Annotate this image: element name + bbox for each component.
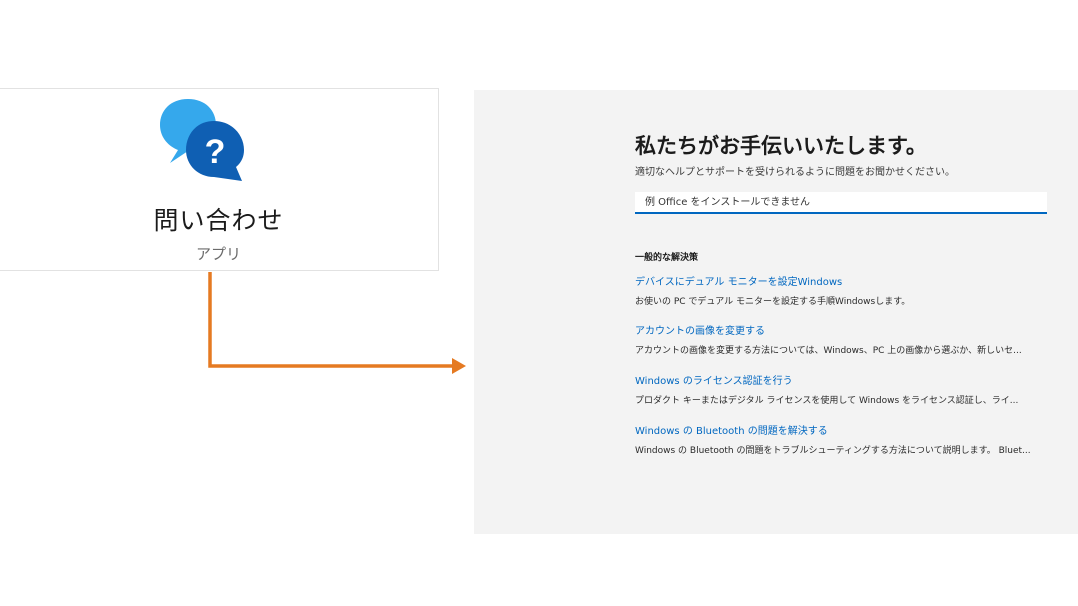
solution-item: Windows のライセンス認証を行う プロダクト キーまたはデジタル ライセン… (635, 372, 1055, 406)
search-box[interactable] (635, 192, 1047, 214)
solution-item: Windows の Bluetooth の問題を解決する Windows の B… (635, 422, 1055, 456)
solution-item: デバイスにデュアル モニターを設定Windows お使いの PC でデュアル モ… (635, 273, 1055, 307)
solution-link[interactable]: Windows の Bluetooth の問題を解決する (635, 422, 1055, 437)
solution-description: お使いの PC でデュアル モニターを設定する手順Windowsします。 (635, 297, 911, 307)
app-tile[interactable]: ? 問い合わせ アプリ (0, 88, 439, 271)
page-title: 私たちがお手伝いいたします。 (635, 134, 927, 158)
solution-item: アカウントの画像を変更する アカウントの画像を変更する方法については、Windo… (635, 322, 1055, 356)
solution-link[interactable]: アカウントの画像を変更する (635, 322, 1055, 337)
solution-link[interactable]: Windows のライセンス認証を行う (635, 372, 1055, 387)
search-input[interactable] (635, 192, 1047, 212)
solution-link[interactable]: デバイスにデュアル モニターを設定Windows (635, 273, 1055, 288)
app-type-label: アプリ (195, 245, 241, 263)
solution-description: アカウントの画像を変更する方法については、Windows、PC 上の画像から選ぶ… (635, 346, 1022, 356)
get-help-window: 私たちがお手伝いいたします。 適切なヘルプとサポートを受けられるように問題をお聞… (474, 90, 1078, 534)
solution-description: プロダクト キーまたはデジタル ライセンスを使用して Windows をライセン… (635, 396, 1019, 406)
app-name: 問い合わせ (153, 206, 284, 235)
page-subtitle: 適切なヘルプとサポートを受けられるように問題をお聞かせください。 (635, 167, 955, 178)
arrow-right-icon (452, 358, 466, 374)
get-help-icon: ? (160, 99, 244, 181)
section-heading: 一般的な解決策 (635, 253, 699, 263)
solution-description: Windows の Bluetooth の問題をトラブルシューティングする方法に… (635, 446, 1031, 456)
svg-text:?: ? (205, 133, 226, 171)
